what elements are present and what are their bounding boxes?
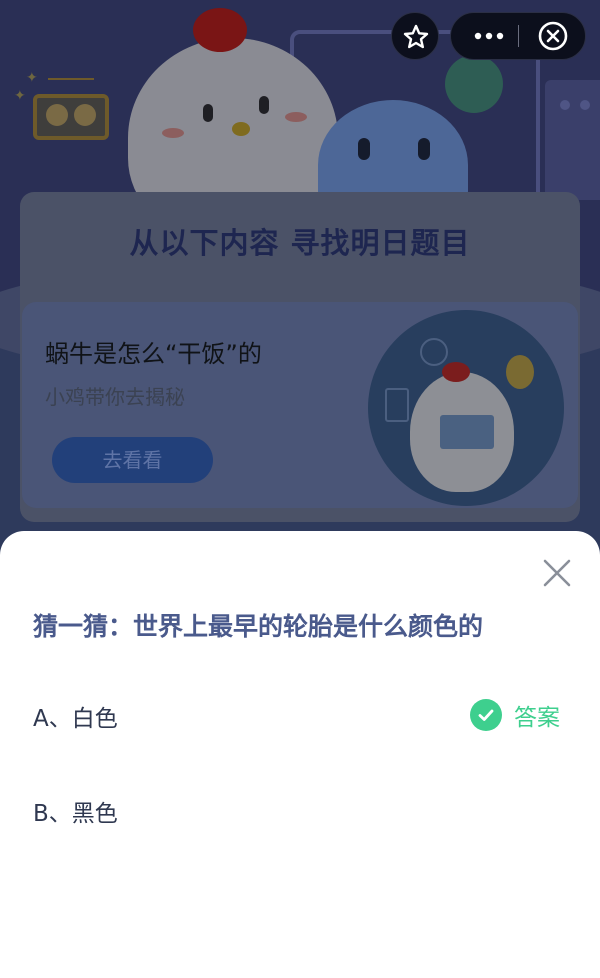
glasses-icon [420, 338, 448, 366]
more-horizontal-icon [474, 32, 504, 40]
hero-dot [560, 100, 570, 110]
go-see-button[interactable]: 去看看 [52, 437, 213, 483]
medal-icon [74, 104, 96, 126]
hero-rail [545, 80, 600, 200]
article-subtitle: 小鸡带你去揭秘 [45, 385, 185, 409]
medal-icon [46, 104, 68, 126]
star-icon [403, 24, 429, 49]
badge-board-illustration [33, 94, 109, 140]
sparkle-icon: ✦ [26, 70, 38, 86]
option-b[interactable]: B、黑色 [0, 780, 600, 840]
option-a[interactable]: A、白色 答案 [0, 685, 600, 745]
close-miniprogram-button[interactable] [519, 13, 585, 59]
close-circle-icon [538, 21, 568, 51]
close-icon [543, 559, 571, 587]
chick-eye [259, 96, 269, 114]
lightbulb-icon [506, 355, 534, 389]
sparkle-icon: ✦ [14, 88, 26, 104]
hero-title: 从以下内容 寻找明日题目 [129, 226, 471, 260]
background-page: ✦ ✦ 从以下内容 寻找明日题目 蜗牛是怎么“干饭”的 小鸡带你去揭秘 去看看 [0, 0, 600, 600]
answer-badge: 答案 [470, 698, 560, 732]
chick-comb [193, 8, 247, 52]
chick-cheek [162, 128, 184, 138]
article-title: 蜗牛是怎么“干饭”的 [45, 340, 262, 368]
open-book-illustration [440, 415, 494, 449]
book-icon [385, 388, 409, 422]
reading-chick-comb [442, 362, 470, 382]
blob-eye [418, 138, 430, 160]
check-circle-icon [470, 699, 502, 731]
capsule-menu [450, 12, 586, 60]
question-sheet [0, 531, 600, 978]
more-button[interactable] [453, 13, 519, 59]
answer-label: 答案 [514, 705, 560, 731]
question-text: 猜一猜：世界上最早的轮胎是什么颜色的 [33, 612, 484, 641]
chick-eye [203, 104, 213, 122]
favorite-button[interactable] [391, 12, 439, 60]
blob-eye [358, 138, 370, 160]
sheet-close-button[interactable] [540, 556, 574, 590]
chick-cheek [285, 112, 307, 122]
hero-dot [580, 100, 590, 110]
option-b-label: B、黑色 [33, 801, 118, 827]
chick-beak [232, 122, 250, 136]
globe-illustration [445, 55, 503, 113]
option-a-label: A、白色 [33, 706, 118, 732]
